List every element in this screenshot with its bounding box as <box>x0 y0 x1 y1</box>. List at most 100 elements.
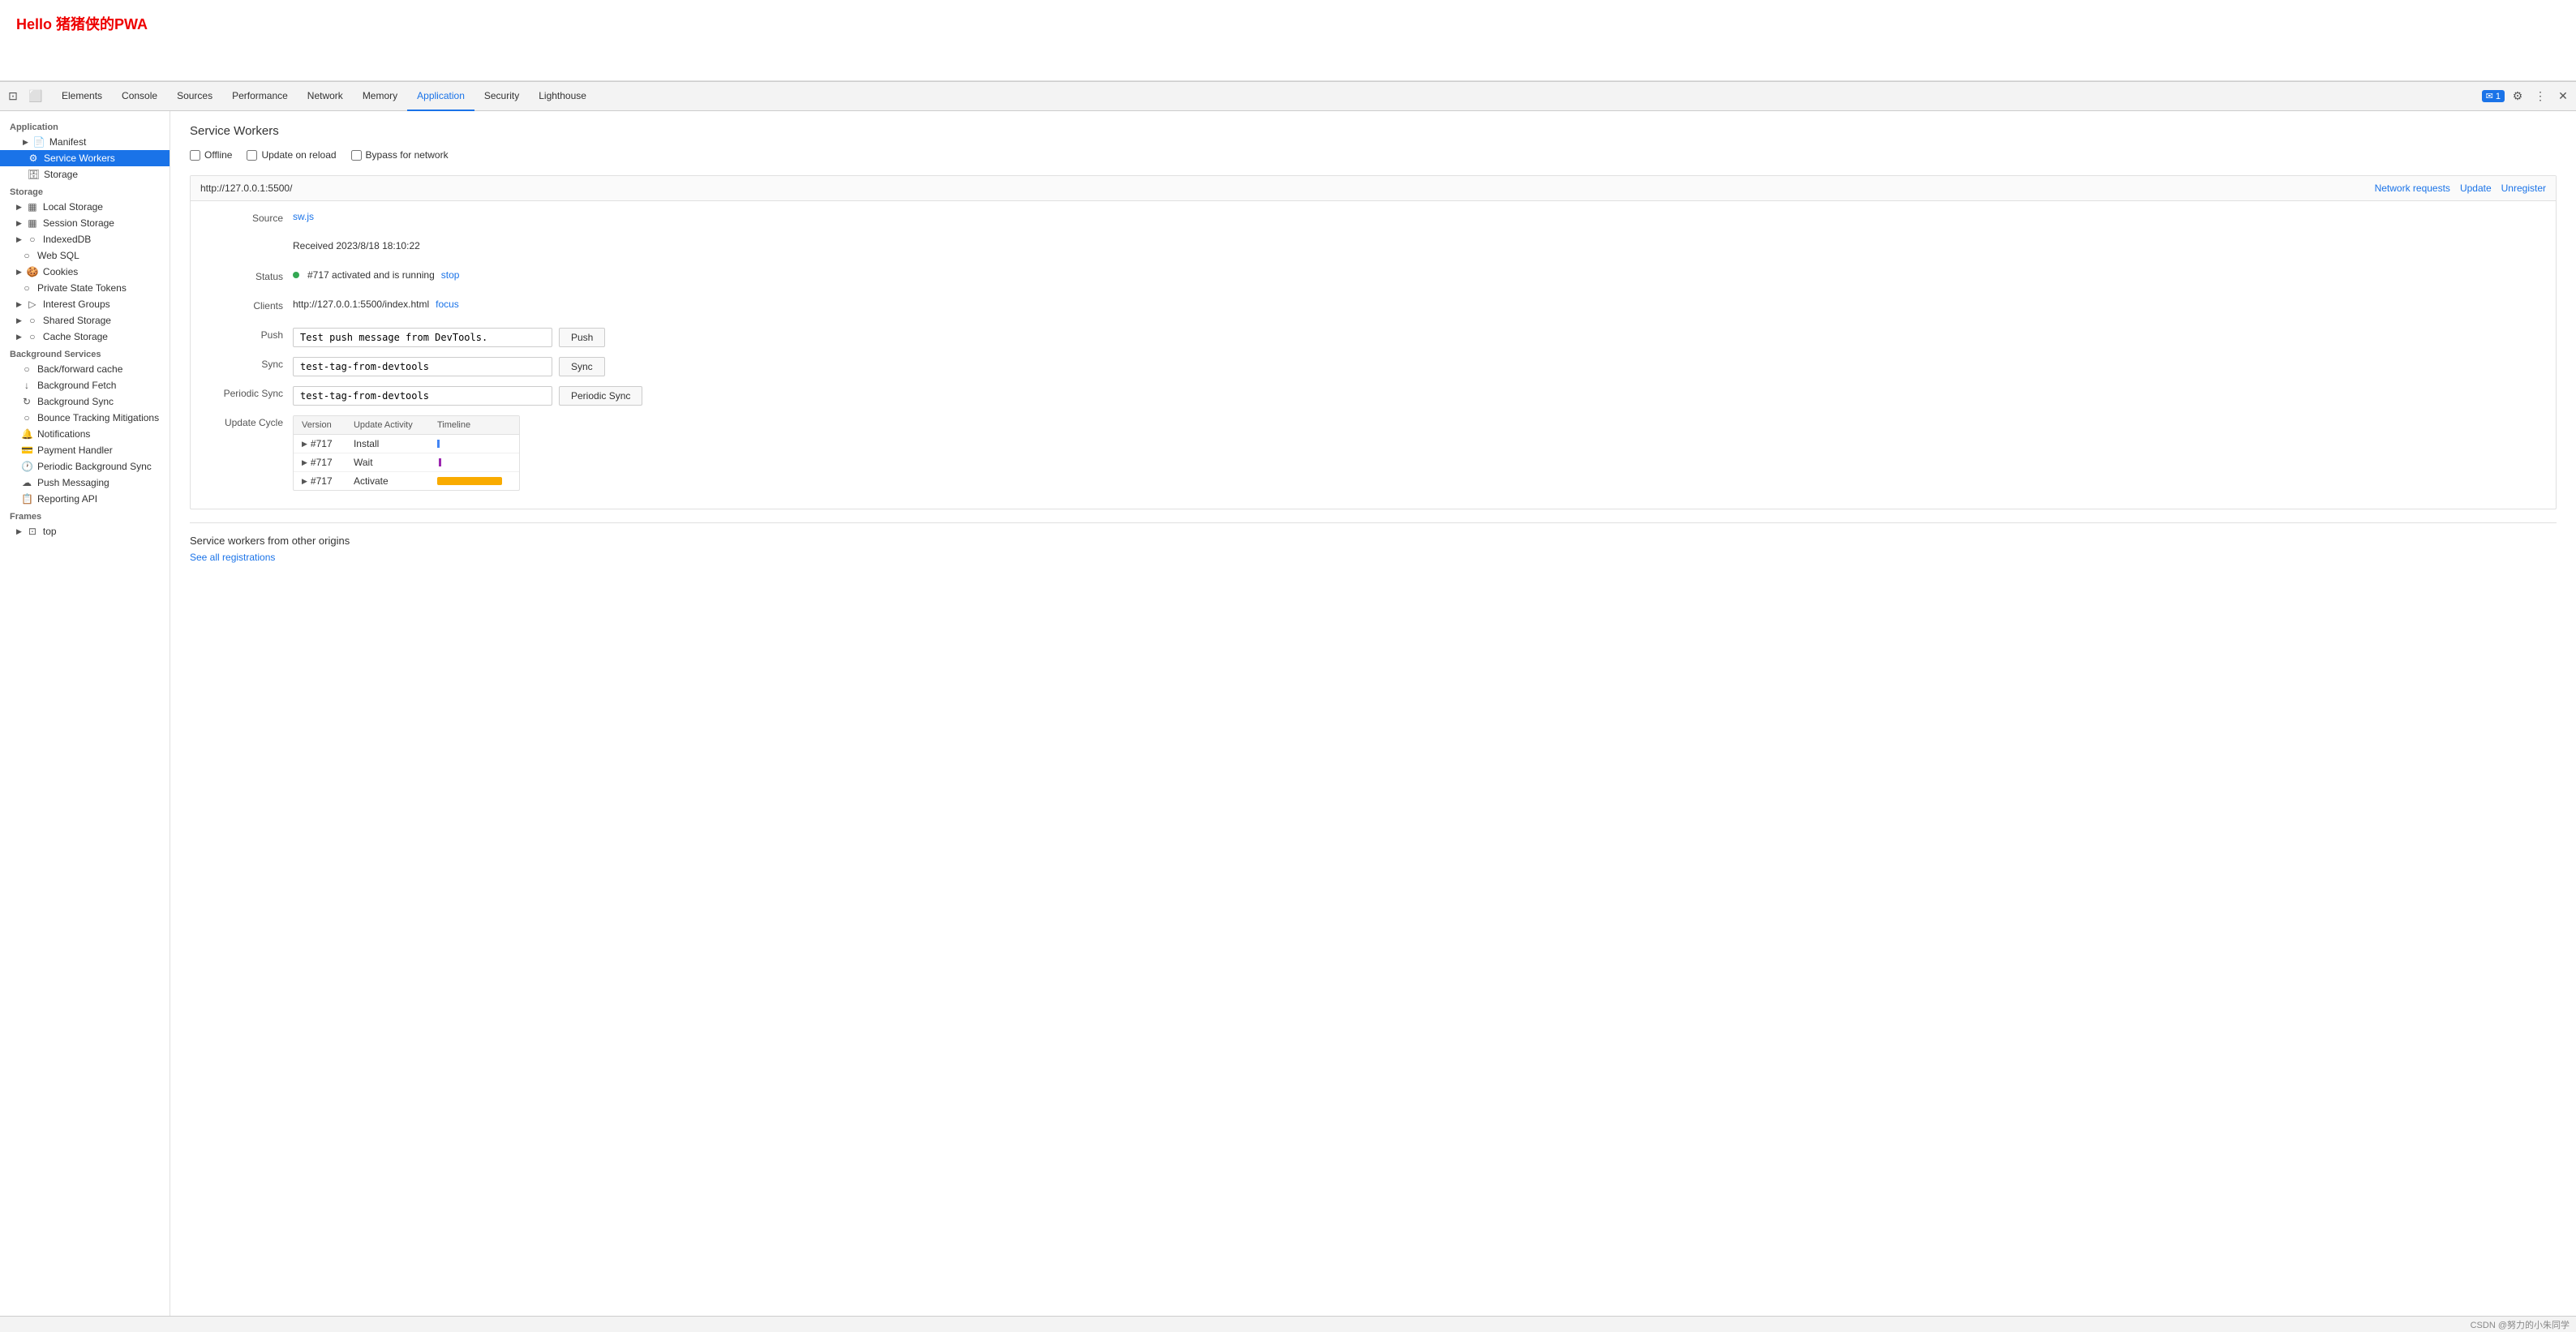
pm-icon: ☁ <box>21 477 32 488</box>
clients-url: http://127.0.0.1:5500/index.html <box>293 299 429 310</box>
push-value: Push <box>293 328 2543 347</box>
update-link[interactable]: Update <box>2460 183 2492 194</box>
checkbox-bypass-network[interactable]: Bypass for network <box>351 149 449 161</box>
sidebar-item-indexeddb[interactable]: ▶ ○ IndexedDB <box>0 231 170 247</box>
sidebar-item-cookies[interactable]: ▶ 🍪 Cookies <box>0 264 170 280</box>
sidebar-item-frames[interactable]: ▶ ⊡ top <box>0 523 170 539</box>
tab-bar-left: ⊡ ⬜ <box>3 87 45 106</box>
cookies-icon: 🍪 <box>27 266 38 277</box>
sidebar-item-shared-storage[interactable]: ▶ ○ Shared Storage <box>0 312 170 329</box>
push-input[interactable] <box>293 328 552 347</box>
tab-memory[interactable]: Memory <box>353 82 407 111</box>
sidebar-item-notifications[interactable]: 🔔 Notifications <box>0 426 170 442</box>
bt-icon: ○ <box>21 412 32 423</box>
sidebar-item-service-workers[interactable]: ⚙ Service Workers <box>0 150 170 166</box>
tab-network[interactable]: Network <box>298 82 353 111</box>
sidebar-item-web-sql[interactable]: ○ Web SQL <box>0 247 170 264</box>
expand-arrow-session: ▶ <box>16 219 22 228</box>
devtools-chrome: ⊡ ⬜ Elements Console Sources Performance… <box>0 81 2576 1332</box>
tab-performance[interactable]: Performance <box>222 82 298 111</box>
sidebar-label-frames: top <box>43 526 57 537</box>
sidebar-label-shared-storage: Shared Storage <box>43 315 111 326</box>
ph-icon: 💳 <box>21 445 32 456</box>
row2-timeline <box>429 453 519 472</box>
sidebar-label-periodic-bg-sync: Periodic Background Sync <box>37 461 152 472</box>
bar-activate <box>437 477 502 485</box>
sidebar-label-payment-handler: Payment Handler <box>37 445 113 456</box>
notification-badge[interactable]: ✉ 1 <box>2482 90 2505 102</box>
tab-elements[interactable]: Elements <box>52 82 112 111</box>
sw-clients-row: Clients http://127.0.0.1:5500/index.html… <box>204 299 2543 320</box>
timeline-bar-2 <box>437 458 511 466</box>
close-icon[interactable]: ✕ <box>2553 87 2573 106</box>
checkbox-update-input[interactable] <box>247 150 257 161</box>
version-expand-1[interactable]: ▶ #717 <box>302 438 337 449</box>
status-dot <box>293 272 299 278</box>
other-origins: Service workers from other origins See a… <box>190 522 2557 563</box>
checkbox-update-on-reload[interactable]: Update on reload <box>247 149 336 161</box>
clients-value: http://127.0.0.1:5500/index.html focus <box>293 299 2543 310</box>
push-button[interactable]: Push <box>559 328 605 347</box>
sync-input[interactable] <box>293 357 552 376</box>
sidebar-item-session-storage[interactable]: ▶ ▦ Session Storage <box>0 215 170 231</box>
inspect-icon[interactable]: ⊡ <box>3 87 23 106</box>
sidebar-label-bgfetch: Background Fetch <box>37 380 116 391</box>
sidebar-item-storage-app[interactable]: 🗄 Storage <box>0 166 170 183</box>
sidebar-item-bounce-tracking[interactable]: ○ Bounce Tracking Mitigations <box>0 410 170 426</box>
tab-console[interactable]: Console <box>112 82 167 111</box>
stop-link[interactable]: stop <box>441 269 460 281</box>
sidebar-item-back-forward-cache[interactable]: ○ Back/forward cache <box>0 361 170 377</box>
sidebar-label-storage-app: Storage <box>44 169 78 180</box>
version-expand-3[interactable]: ▶ #717 <box>302 475 337 487</box>
periodic-sync-label: Periodic Sync <box>204 386 293 399</box>
tab-security[interactable]: Security <box>474 82 529 111</box>
sidebar-item-payment-handler[interactable]: 💳 Payment Handler <box>0 442 170 458</box>
sidebar-item-periodic-bg-sync[interactable]: 🕐 Periodic Background Sync <box>0 458 170 475</box>
sidebar-item-push-messaging[interactable]: ☁ Push Messaging <box>0 475 170 491</box>
timeline-bar-3 <box>437 477 511 485</box>
more-icon[interactable]: ⋮ <box>2531 87 2550 106</box>
version-expand-2[interactable]: ▶ #717 <box>302 457 337 468</box>
sidebar-item-background-fetch[interactable]: ↓ Background Fetch <box>0 377 170 393</box>
bottom-bar: CSDN @努力的小朱同学 <box>0 1316 2576 1332</box>
status-value: #717 activated and is running stop <box>293 269 2543 281</box>
sidebar-item-reporting-api[interactable]: 📋 Reporting API <box>0 491 170 507</box>
sidebar-item-interest-groups[interactable]: ▶ ▷ Interest Groups <box>0 296 170 312</box>
sidebar-section-frames: Frames <box>0 507 170 523</box>
periodic-sync-button[interactable]: Periodic Sync <box>559 386 642 406</box>
checkbox-bypass-input[interactable] <box>351 150 362 161</box>
sync-button[interactable]: Sync <box>559 357 605 376</box>
tab-sources[interactable]: Sources <box>167 82 222 111</box>
sidebar-label-sw: Service Workers <box>44 153 115 164</box>
network-requests-link[interactable]: Network requests <box>2375 183 2450 194</box>
sw-js-link[interactable]: sw.js <box>293 211 314 222</box>
see-all-registrations-link[interactable]: See all registrations <box>190 552 275 563</box>
mini-arrow-1: ▶ <box>302 440 307 449</box>
expand-arrow-local: ▶ <box>16 203 22 212</box>
sidebar-item-manifest[interactable]: ▶ 📄 Manifest <box>0 134 170 150</box>
row1-activity: Install <box>346 435 429 453</box>
row3-version-num: #717 <box>311 475 333 487</box>
ig-icon: ▷ <box>27 299 38 310</box>
source-label: Source <box>204 211 293 224</box>
checkbox-update-label: Update on reload <box>261 149 336 161</box>
periodic-sync-input[interactable] <box>293 386 552 406</box>
device-icon[interactable]: ⬜ <box>26 87 45 106</box>
sidebar-label-reporting-api: Reporting API <box>37 493 97 505</box>
sidebar-item-local-storage[interactable]: ▶ ▦ Local Storage <box>0 199 170 215</box>
storage-app-icon: 🗄 <box>28 169 39 180</box>
sidebar-item-background-sync[interactable]: ↻ Background Sync <box>0 393 170 410</box>
tab-bar-right: ✉ 1 ⚙ ⋮ ✕ <box>2482 87 2573 106</box>
sw-icon: ⚙ <box>28 153 39 164</box>
checkbox-offline-input[interactable] <box>190 150 200 161</box>
settings-icon[interactable]: ⚙ <box>2508 87 2527 106</box>
sidebar-label-pst: Private State Tokens <box>37 282 127 294</box>
unregister-link[interactable]: Unregister <box>2501 183 2546 194</box>
tab-lighthouse[interactable]: Lighthouse <box>529 82 596 111</box>
tab-application[interactable]: Application <box>407 82 474 111</box>
sidebar-item-private-state-tokens[interactable]: ○ Private State Tokens <box>0 280 170 296</box>
checkbox-offline[interactable]: Offline <box>190 149 232 161</box>
focus-link[interactable]: focus <box>436 299 459 310</box>
sidebar-item-cache-storage[interactable]: ▶ ○ Cache Storage <box>0 329 170 345</box>
status-label: Status <box>204 269 293 282</box>
